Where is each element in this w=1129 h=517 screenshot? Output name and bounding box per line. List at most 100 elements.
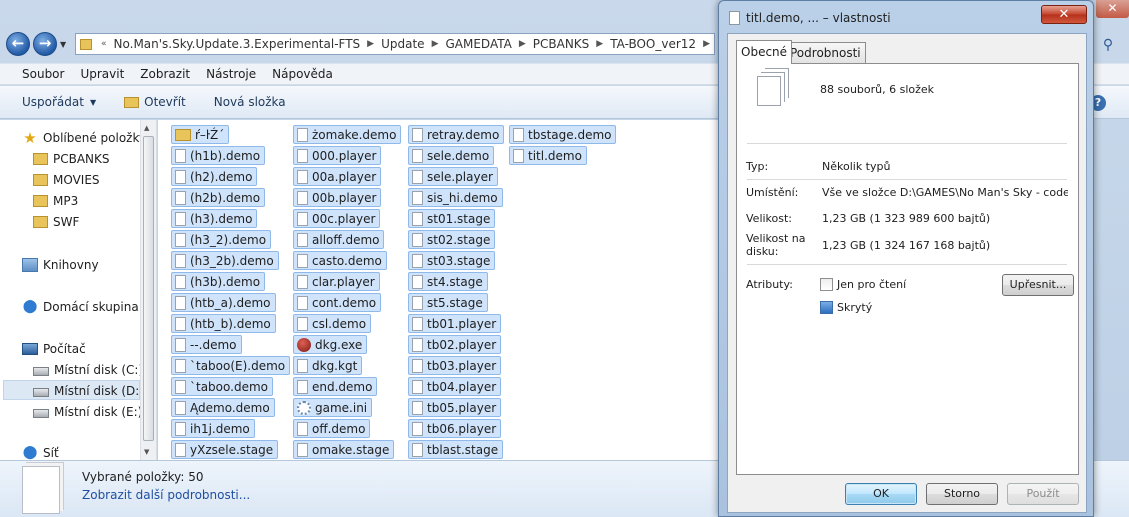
cancel-button[interactable]: Storno <box>926 483 998 505</box>
file-item[interactable]: st01.stage <box>408 209 496 228</box>
file-item[interactable]: st03.stage <box>408 251 496 270</box>
readonly-label[interactable]: Jen pro čtení <box>837 278 906 291</box>
file-item[interactable]: tb04.player <box>408 377 502 396</box>
breadcrumb-item[interactable]: TA-BOO_ver12 <box>607 37 699 51</box>
readonly-checkbox[interactable] <box>820 278 833 291</box>
file-item[interactable]: alloff.demo <box>293 230 385 249</box>
file-item[interactable]: retray.demo <box>408 125 505 144</box>
breadcrumb-item[interactable]: PCBANKS <box>530 37 593 51</box>
file-item[interactable]: casto.demo <box>293 251 387 270</box>
file-item[interactable]: tb06.player <box>408 419 502 438</box>
organize-button[interactable]: Uspořádat ▼ <box>14 95 104 109</box>
breadcrumb-separator-icon[interactable]: ▶ <box>592 39 607 49</box>
file-item[interactable]: tblast.stage <box>408 440 504 459</box>
hidden-checkbox[interactable] <box>820 301 833 314</box>
open-button[interactable]: Otevřít <box>116 95 194 109</box>
file-item[interactable]: tb03.player <box>408 356 502 375</box>
file-item[interactable]: żomake.demo <box>293 125 402 144</box>
file-item[interactable]: sis_hi.demo <box>408 188 503 207</box>
address-bar[interactable]: « No.Man's.Sky.Update.3.Experimental-FTS… <box>75 33 715 55</box>
recent-pages-dropdown-icon[interactable]: ▼ <box>60 40 66 49</box>
overflow-chevron-icon[interactable]: « <box>97 39 111 49</box>
file-item[interactable]: sele.demo <box>408 146 495 165</box>
file-item[interactable]: (h2).demo <box>171 167 258 186</box>
forward-button[interactable]: → <box>33 32 57 56</box>
breadcrumb-item[interactable]: No.Man's.Sky.Update.3.Experimental-FTS <box>111 37 364 51</box>
file-item[interactable]: clar.player <box>293 272 380 291</box>
file-item[interactable]: game.ini <box>293 398 373 417</box>
breadcrumb-item[interactable]: GAMEDATA <box>442 37 514 51</box>
menu-file[interactable]: Soubor <box>14 67 72 81</box>
nav-computer[interactable]: Počítač <box>22 339 86 359</box>
apply-button[interactable]: Použít <box>1007 483 1079 505</box>
file-item[interactable]: `taboo(E).demo <box>171 356 291 375</box>
breadcrumb-separator-icon[interactable]: ▶ <box>515 39 530 49</box>
file-item[interactable]: tbstage.demo <box>509 125 617 144</box>
nav-favorites[interactable]: ★ Oblíbené položky <box>22 128 146 148</box>
file-item[interactable]: tb02.player <box>408 335 502 354</box>
file-item[interactable]: --.demo <box>171 335 242 354</box>
menu-view[interactable]: Zobrazit <box>132 67 198 81</box>
nav-scrollbar[interactable]: ▲ ▼ <box>140 120 156 460</box>
hidden-label[interactable]: Skrytý <box>837 301 872 314</box>
file-item[interactable]: st02.stage <box>408 230 496 249</box>
nav-libraries[interactable]: Knihovny <box>22 255 99 275</box>
file-item[interactable]: yXzsele.stage <box>171 440 279 459</box>
file-item[interactable]: csl.demo <box>293 314 372 333</box>
file-item[interactable]: dkg.exe <box>293 335 368 354</box>
file-item[interactable]: (htb_a).demo <box>171 293 276 312</box>
file-item[interactable]: omake.stage <box>293 440 395 459</box>
file-item[interactable]: end.demo <box>293 377 378 396</box>
close-button[interactable]: ✕ <box>1041 5 1087 24</box>
file-item[interactable]: (h3_2b).demo <box>171 251 279 270</box>
nav-network[interactable]: ⬤ Síť <box>22 443 59 461</box>
nav-item-swf[interactable]: SWF <box>33 212 79 232</box>
breadcrumb-separator-icon[interactable]: ▶ <box>699 39 714 49</box>
breadcrumb-separator-icon[interactable]: ▶ <box>363 39 378 49</box>
file-item[interactable]: Ądemo.demo <box>171 398 275 417</box>
file-item[interactable]: (h1b).demo <box>171 146 266 165</box>
advanced-button[interactable]: Upřesnit... <box>1002 274 1074 296</box>
file-item[interactable]: (h3b).demo <box>171 272 266 291</box>
breadcrumb-separator-icon[interactable]: ▶ <box>428 39 443 49</box>
file-item[interactable]: (h3).demo <box>171 209 258 228</box>
file-item[interactable]: dkg.kgt <box>293 356 363 375</box>
file-item[interactable]: (h3_2).demo <box>171 230 272 249</box>
breadcrumb-item[interactable]: Update <box>378 37 427 51</box>
background-close-button[interactable]: ✕ <box>1096 0 1129 18</box>
file-item[interactable]: 00c.player <box>293 209 381 228</box>
back-button[interactable]: ← <box>6 32 30 56</box>
file-item[interactable]: tb01.player <box>408 314 502 333</box>
file-item[interactable]: st5.stage <box>408 293 488 312</box>
menu-tools[interactable]: Nástroje <box>198 67 264 81</box>
new-folder-button[interactable]: Nová složka <box>206 95 294 109</box>
file-item[interactable]: ih1j.demo <box>171 419 255 438</box>
tab-details[interactable]: Podrobnosti <box>785 42 866 63</box>
search-icon[interactable]: ⚲ <box>1098 37 1118 55</box>
nav-item-pcbanks[interactable]: PCBANKS <box>33 149 110 169</box>
menu-edit[interactable]: Upravit <box>72 67 132 81</box>
nav-disk-d[interactable]: Místní disk (D:) <box>33 381 144 401</box>
nav-item-movies[interactable]: MOVIES <box>33 170 100 190</box>
ok-button[interactable]: OK <box>845 483 917 505</box>
tab-general[interactable]: Obecné <box>736 40 793 64</box>
file-item[interactable]: tb05.player <box>408 398 502 417</box>
file-item[interactable]: (htb_b).demo <box>171 314 276 333</box>
file-item[interactable]: 00b.player <box>293 188 382 207</box>
scroll-up-icon[interactable]: ▲ <box>144 124 149 132</box>
nav-disk-c[interactable]: Místní disk (C:) <box>33 360 143 380</box>
scroll-thumb[interactable] <box>143 136 154 441</box>
nav-item-mp3[interactable]: MP3 <box>33 191 78 211</box>
file-item[interactable]: st4.stage <box>408 272 488 291</box>
file-item[interactable]: titl.demo <box>509 146 587 165</box>
scroll-down-icon[interactable]: ▼ <box>144 448 149 456</box>
file-item[interactable]: cont.demo <box>293 293 382 312</box>
file-item[interactable]: off.demo <box>293 419 371 438</box>
file-item[interactable]: (h2b).demo <box>171 188 266 207</box>
file-item[interactable]: ŕ–ŀŹ´ <box>171 125 230 144</box>
file-item[interactable]: `taboo.demo <box>171 377 273 396</box>
nav-disk-e[interactable]: Místní disk (E:) <box>33 402 142 422</box>
file-item[interactable]: 00a.player <box>293 167 382 186</box>
menu-help[interactable]: Nápověda <box>264 67 341 81</box>
file-item[interactable]: 000.player <box>293 146 382 165</box>
